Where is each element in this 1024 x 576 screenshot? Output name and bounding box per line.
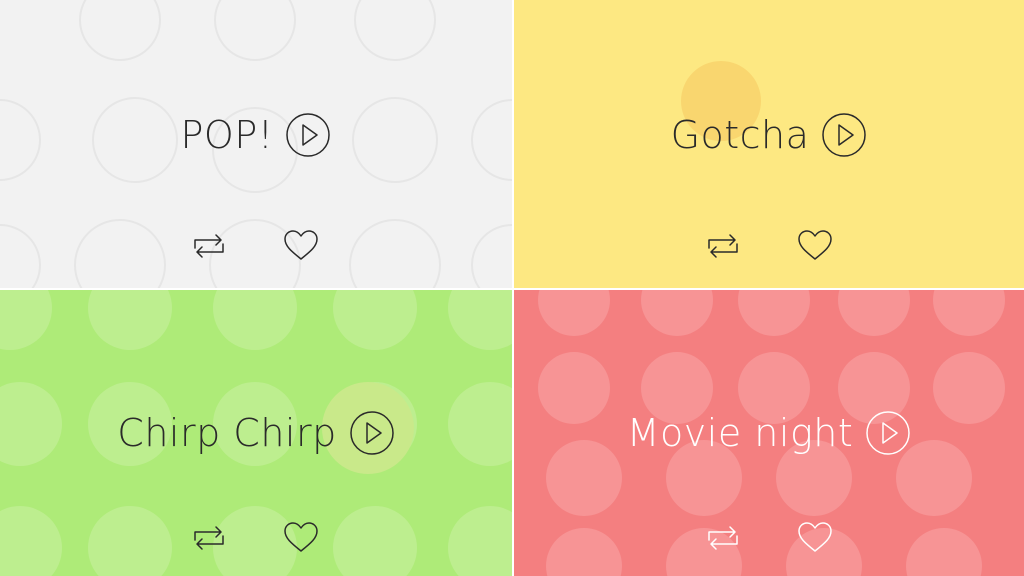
repeat-icon[interactable] xyxy=(703,226,743,266)
sound-title: Gotcha xyxy=(670,113,810,157)
repeat-icon[interactable] xyxy=(189,226,229,266)
heart-icon[interactable] xyxy=(281,518,321,558)
heart-icon[interactable] xyxy=(795,226,835,266)
heart-icon[interactable] xyxy=(795,518,835,558)
repeat-icon[interactable] xyxy=(189,518,229,558)
play-circle-icon[interactable] xyxy=(865,410,911,456)
sound-title: POP! xyxy=(180,113,274,157)
sound-title: Chirp Chirp xyxy=(117,411,337,455)
play-circle-icon[interactable] xyxy=(285,112,331,158)
sound-title: Movie night xyxy=(626,411,854,455)
sound-card-pop[interactable]: POP! xyxy=(0,0,512,288)
sound-card-chirp-chirp[interactable]: Chirp Chirp xyxy=(0,290,512,576)
heart-icon[interactable] xyxy=(281,226,321,266)
play-circle-icon[interactable] xyxy=(349,410,395,456)
repeat-icon[interactable] xyxy=(703,518,743,558)
play-circle-icon[interactable] xyxy=(821,112,867,158)
sound-grid: POP! Gotcha Chirp Chirp Movie night xyxy=(0,0,1024,576)
sound-card-movie-night[interactable]: Movie night xyxy=(514,290,1024,576)
sound-card-gotcha[interactable]: Gotcha xyxy=(514,0,1024,288)
